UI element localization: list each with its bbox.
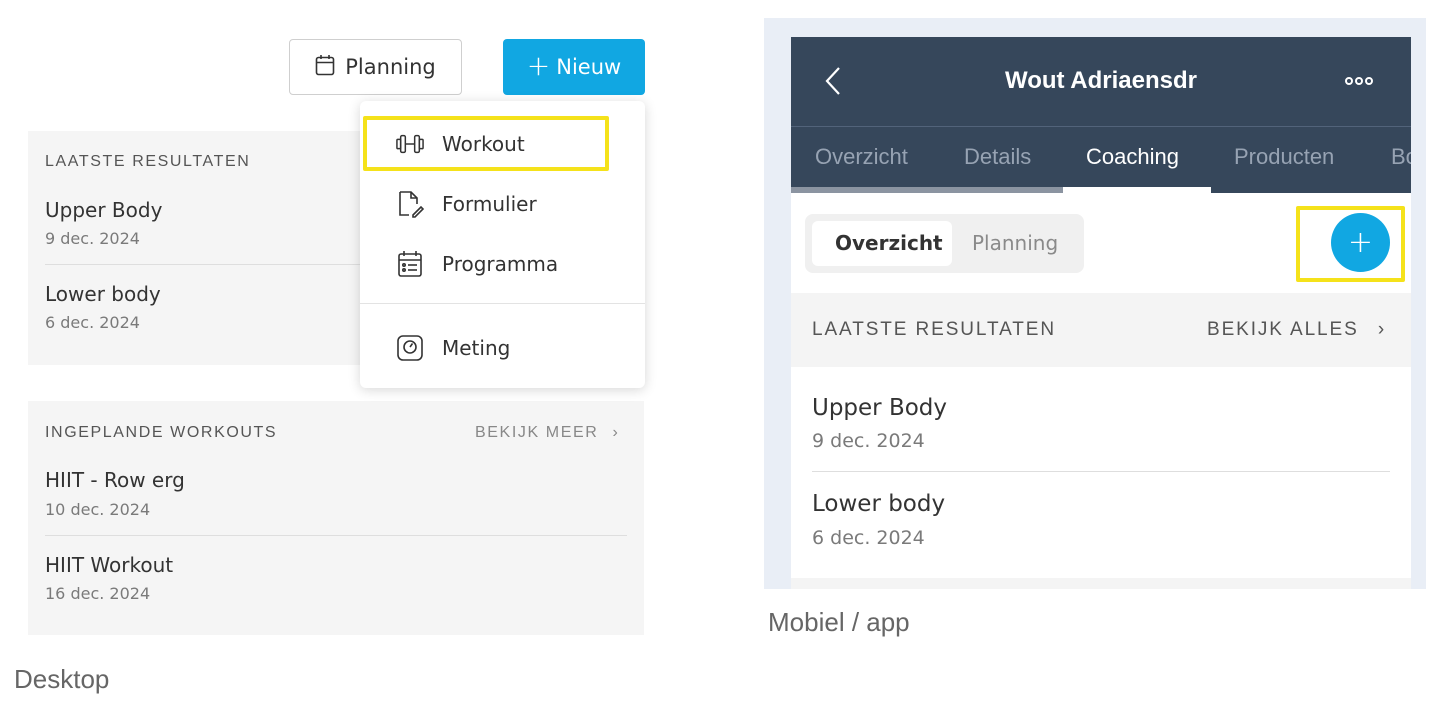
section-footer: [791, 578, 1411, 589]
header-divider: [791, 126, 1411, 127]
menu-item-label: Formulier: [442, 192, 537, 216]
result-date: 9 dec. 2024: [812, 430, 925, 452]
latest-results-heading: LAATSTE RESULTATEN: [45, 153, 251, 170]
result-title[interactable]: Lower body: [45, 282, 161, 306]
form-edit-icon: [396, 190, 424, 218]
tab-details[interactable]: Details: [964, 144, 1031, 170]
chevron-right-icon: ›: [1377, 319, 1387, 340]
menu-item-label: Programma: [442, 252, 559, 276]
more-options-icon[interactable]: [1344, 71, 1374, 90]
mobile-caption: Mobiel / app: [768, 607, 910, 637]
view-all-label: BEKIJK ALLES: [1207, 319, 1359, 340]
planning-button[interactable]: Planning: [289, 39, 462, 95]
view-all-link[interactable]: BEKIJK ALLES ›: [1207, 319, 1386, 341]
calendar-list-icon: [396, 250, 424, 278]
divider: [45, 264, 360, 265]
divider: [45, 535, 627, 536]
mobile-screen: Wout Adriaensdr Overzicht Details Coachi…: [791, 37, 1411, 589]
result-date: 6 dec. 2024: [45, 313, 140, 332]
new-button[interactable]: + Nieuw: [503, 39, 645, 95]
view-more-link[interactable]: BEKIJK MEER ›: [475, 424, 619, 442]
menu-item-label: Meting: [442, 336, 511, 360]
latest-results-heading: LAATSTE RESULTATEN: [812, 319, 1056, 340]
result-title[interactable]: Upper Body: [45, 198, 162, 222]
new-button-label: Nieuw: [556, 55, 622, 79]
workout-title[interactable]: HIIT Workout: [45, 553, 173, 577]
menu-item-form[interactable]: Formulier: [360, 179, 645, 229]
calendar-icon: [315, 54, 335, 81]
tab-overview[interactable]: Overzicht: [815, 144, 908, 170]
divider: [812, 471, 1390, 472]
menu-item-measurement[interactable]: Meting: [360, 323, 645, 373]
menu-divider: [360, 303, 645, 304]
view-more-label: BEKIJK MEER: [475, 424, 599, 441]
workout-highlight: [363, 116, 609, 171]
tab-products[interactable]: Producten: [1234, 144, 1334, 170]
add-button-highlight: [1296, 206, 1405, 282]
result-date: 6 dec. 2024: [812, 527, 925, 549]
menu-item-program[interactable]: Programma: [360, 239, 645, 289]
plus-icon: +: [526, 48, 551, 82]
result-title[interactable]: Upper Body: [812, 395, 947, 421]
desktop-caption: Desktop: [14, 664, 110, 694]
workout-date: 16 dec. 2024: [45, 584, 151, 603]
chevron-right-icon: ›: [612, 424, 620, 441]
client-name-title: Wout Adriaensdr: [1004, 67, 1197, 94]
planning-button-label: Planning: [345, 55, 436, 79]
planned-workouts-heading: INGEPLANDE WORKOUTS: [45, 424, 278, 441]
segment-overview[interactable]: Overzicht: [835, 231, 943, 255]
tab-coaching[interactable]: Coaching: [1086, 144, 1179, 170]
workout-date: 10 dec. 2024: [45, 500, 151, 519]
segment-planning[interactable]: Planning: [972, 231, 1058, 255]
scale-icon: [396, 334, 424, 362]
result-date: 9 dec. 2024: [45, 229, 140, 248]
tab-more[interactable]: Bo: [1391, 144, 1411, 170]
result-title[interactable]: Lower body: [812, 491, 945, 517]
workout-title[interactable]: HIIT - Row erg: [45, 468, 185, 492]
active-tab-indicator: [1063, 187, 1211, 193]
